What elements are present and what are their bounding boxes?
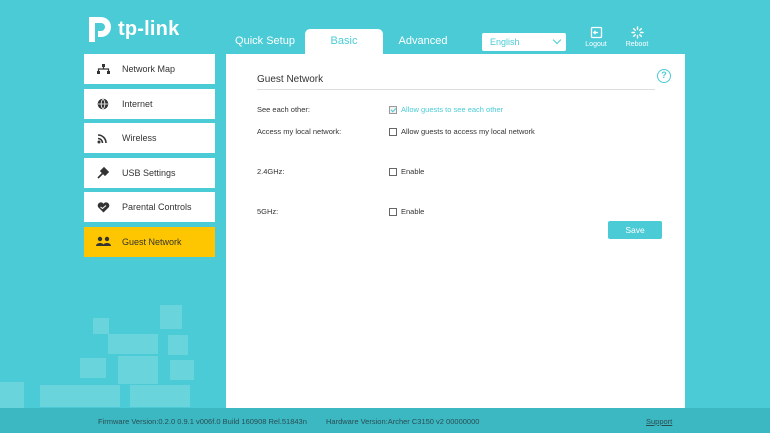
globe-icon — [84, 98, 122, 110]
sidebar-item-label: Wireless — [122, 133, 157, 143]
decor-square — [40, 385, 120, 407]
sidebar-item-parental-controls[interactable]: Parental Controls — [84, 192, 215, 222]
usb-icon — [84, 166, 122, 179]
support-link[interactable]: Support — [646, 417, 672, 426]
guests-icon — [84, 236, 122, 247]
sidebar-item-network-map[interactable]: Network Map — [84, 54, 215, 84]
checkbox-checked[interactable] — [389, 105, 397, 114]
checkbox-unchecked[interactable] — [389, 167, 397, 176]
help-icon[interactable]: ? — [657, 69, 671, 83]
sidebar-item-internet[interactable]: Internet — [84, 88, 215, 119]
checkbox-unchecked[interactable] — [389, 127, 397, 136]
field-label: Access my local network: — [257, 127, 342, 136]
footer: Firmware Version:0.2.0 0.9.1 v006f.0 Bui… — [0, 408, 770, 433]
section-title: Guest Network — [257, 74, 324, 85]
tab-advanced[interactable]: Advanced — [393, 29, 453, 54]
checkbox-label: Enable — [401, 167, 425, 176]
sidebar-item-label: Guest Network — [122, 236, 182, 247]
field-label: 5GHz: — [257, 207, 279, 216]
logout-label: Logout — [585, 41, 607, 48]
checkbox-label: Allow guests to see each other — [401, 105, 504, 114]
tp-link-logo-icon — [89, 17, 111, 42]
sidebar-item-label: Internet — [122, 98, 153, 109]
decor-square — [160, 305, 182, 329]
decor-square — [170, 360, 194, 380]
heart-icon — [84, 201, 122, 213]
main-panel: Guest Network ? See each other: Allow gu… — [226, 54, 685, 408]
checkbox-unchecked[interactable] — [389, 207, 397, 216]
brand-logo: tp-link — [84, 14, 179, 44]
sidebar-item-label: Parental Controls — [122, 202, 192, 212]
see-each-other-checkbox[interactable]: Allow guests to see each other — [389, 105, 503, 114]
checkbox-label: Allow guests to access my local network — [401, 127, 535, 136]
network-map-icon — [84, 63, 122, 75]
sidebar-item-usb-settings[interactable]: USB Settings — [84, 157, 215, 188]
sidebar-item-label: USB Settings — [122, 167, 176, 178]
sidebar-item-label: Network Map — [122, 64, 176, 74]
language-select[interactable]: English — [482, 33, 566, 51]
decor-square — [80, 358, 106, 378]
hardware-version: Hardware Version:Archer C3150 v2 0000000… — [326, 417, 480, 426]
logout-button[interactable]: Logout — [579, 26, 613, 48]
reboot-icon — [630, 26, 644, 39]
sidebar: Network Map Internet Wireless USB Settin… — [84, 54, 215, 261]
field-label: 2.4GHz: — [257, 167, 285, 176]
checkbox-label: Enable — [401, 207, 425, 216]
decor-square — [108, 334, 158, 354]
enable-5ghz-checkbox[interactable]: Enable — [389, 207, 424, 216]
save-button[interactable]: Save — [608, 221, 662, 239]
decor-square — [118, 356, 158, 384]
firmware-version: Firmware Version:0.2.0 0.9.1 v006f.0 Bui… — [98, 417, 307, 426]
enable-2-4ghz-checkbox[interactable]: Enable — [389, 167, 424, 176]
decor-square — [93, 318, 109, 334]
sidebar-item-guest-network[interactable]: Guest Network — [84, 226, 215, 257]
wifi-icon — [84, 133, 122, 144]
logout-icon — [590, 26, 602, 39]
reboot-label: Reboot — [625, 41, 649, 48]
tab-basic[interactable]: Basic — [305, 29, 383, 54]
tab-quick-setup[interactable]: Quick Setup — [232, 29, 298, 54]
decor-square — [0, 382, 24, 408]
sidebar-item-wireless[interactable]: Wireless — [84, 123, 215, 153]
decor-square — [168, 335, 188, 355]
brand-name: tp-link — [118, 17, 180, 40]
reboot-button[interactable]: Reboot — [620, 26, 654, 48]
access-local-network-checkbox[interactable]: Allow guests to access my local network — [389, 127, 535, 136]
field-label: See each other: — [257, 105, 310, 114]
decor-square — [130, 385, 190, 407]
divider — [257, 89, 655, 90]
language-value: English — [490, 37, 520, 47]
chevron-down-icon — [552, 35, 562, 45]
